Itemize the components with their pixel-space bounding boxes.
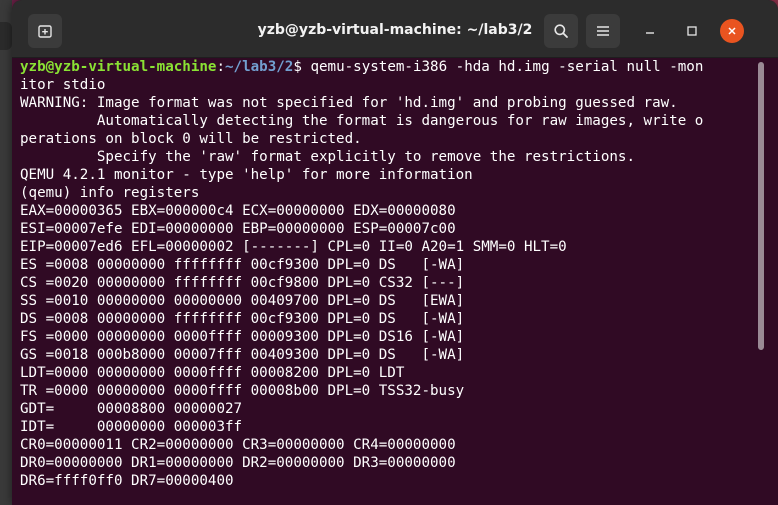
new-tab-button[interactable] xyxy=(28,14,62,48)
prompt-colon: : xyxy=(216,59,226,75)
output-line: CS =0020 00000000 ffffffff 00cf9800 DPL=… xyxy=(20,275,465,291)
output-line: GS =0018 000b8000 00007fff 00409300 DPL=… xyxy=(20,347,465,363)
output-line: Automatically detecting the format is da… xyxy=(20,113,704,129)
terminal-window: yzb@yzb-virtual-machine: ~/lab3/2 yzb@yz… xyxy=(12,0,778,505)
background-window-button xyxy=(0,22,12,50)
maximize-button[interactable] xyxy=(680,19,704,43)
output-line: WARNING: Image format was not specified … xyxy=(20,95,678,111)
window-title: yzb@yzb-virtual-machine: ~/lab3/2 xyxy=(257,22,533,38)
output-line: ES =0008 00000000 ffffffff 00cf9300 DPL=… xyxy=(20,257,465,273)
output-line: IDT= 00000000 000003ff xyxy=(20,419,243,435)
output-line: CR0=00000011 CR2=00000000 CR3=00000000 C… xyxy=(20,437,456,453)
output-line: DR0=00000000 DR1=00000000 DR2=00000000 D… xyxy=(20,455,456,471)
command-text: qemu-system-i386 -hda hd.img -serial nul… xyxy=(310,59,704,75)
close-button[interactable] xyxy=(720,19,744,43)
output-line: EAX=00000365 EBX=000000c4 ECX=00000000 E… xyxy=(20,203,456,219)
title-bar[interactable]: yzb@yzb-virtual-machine: ~/lab3/2 xyxy=(12,0,778,58)
menu-button[interactable] xyxy=(586,14,620,48)
terminal-output[interactable]: yzb@yzb-virtual-machine:~/lab3/2$ qemu-s… xyxy=(20,58,750,505)
minimize-icon xyxy=(646,32,654,34)
prompt-sign: $ xyxy=(293,59,311,75)
close-icon xyxy=(728,27,736,35)
output-line: GDT= 00008800 00000027 xyxy=(20,401,243,417)
output-line: EIP=00007ed6 EFL=00000002 [-------] CPL=… xyxy=(20,239,567,255)
minimize-button[interactable] xyxy=(638,19,662,43)
output-line: perations on block 0 will be restricted. xyxy=(20,131,362,147)
output-line: FS =0000 00000000 0000ffff 00009300 DPL=… xyxy=(20,329,465,345)
search-button[interactable] xyxy=(544,14,578,48)
output-line: SS =0010 00000000 00000000 00409700 DPL=… xyxy=(20,293,465,309)
prompt-line: yzb@yzb-virtual-machine:~/lab3/2$ qemu-s… xyxy=(20,58,750,76)
scrollbar-thumb[interactable] xyxy=(758,62,764,350)
output-line: DR6=ffff0ff0 DR7=00000400 xyxy=(20,473,234,489)
output-line: QEMU 4.2.1 monitor - type 'help' for mor… xyxy=(20,167,473,183)
prompt-path: ~/lab3/2 xyxy=(225,59,294,75)
hamburger-menu-icon xyxy=(597,26,609,36)
output-line: Specify the 'raw' format explicitly to r… xyxy=(20,149,635,165)
scrollbar[interactable] xyxy=(758,62,764,502)
output-line: itor stdio xyxy=(20,77,106,93)
output-line: TR =0000 00000000 0000ffff 00008b00 DPL=… xyxy=(20,383,465,399)
new-tab-icon xyxy=(38,25,52,38)
prompt-user: yzb@yzb-virtual-machine xyxy=(20,59,217,75)
search-icon xyxy=(554,24,568,38)
background-window-edge xyxy=(0,0,12,505)
maximize-icon xyxy=(687,26,697,36)
output-line: ESI=00007efe EDI=00000000 EBP=00000000 E… xyxy=(20,221,456,237)
output-line: (qemu) info registers xyxy=(20,185,200,201)
output-line: DS =0008 00000000 ffffffff 00cf9300 DPL=… xyxy=(20,311,465,327)
output-lines: itor stdio WARNING: Image format was not … xyxy=(20,76,750,490)
output-line: LDT=0000 00000000 0000ffff 00008200 DPL=… xyxy=(20,365,405,381)
